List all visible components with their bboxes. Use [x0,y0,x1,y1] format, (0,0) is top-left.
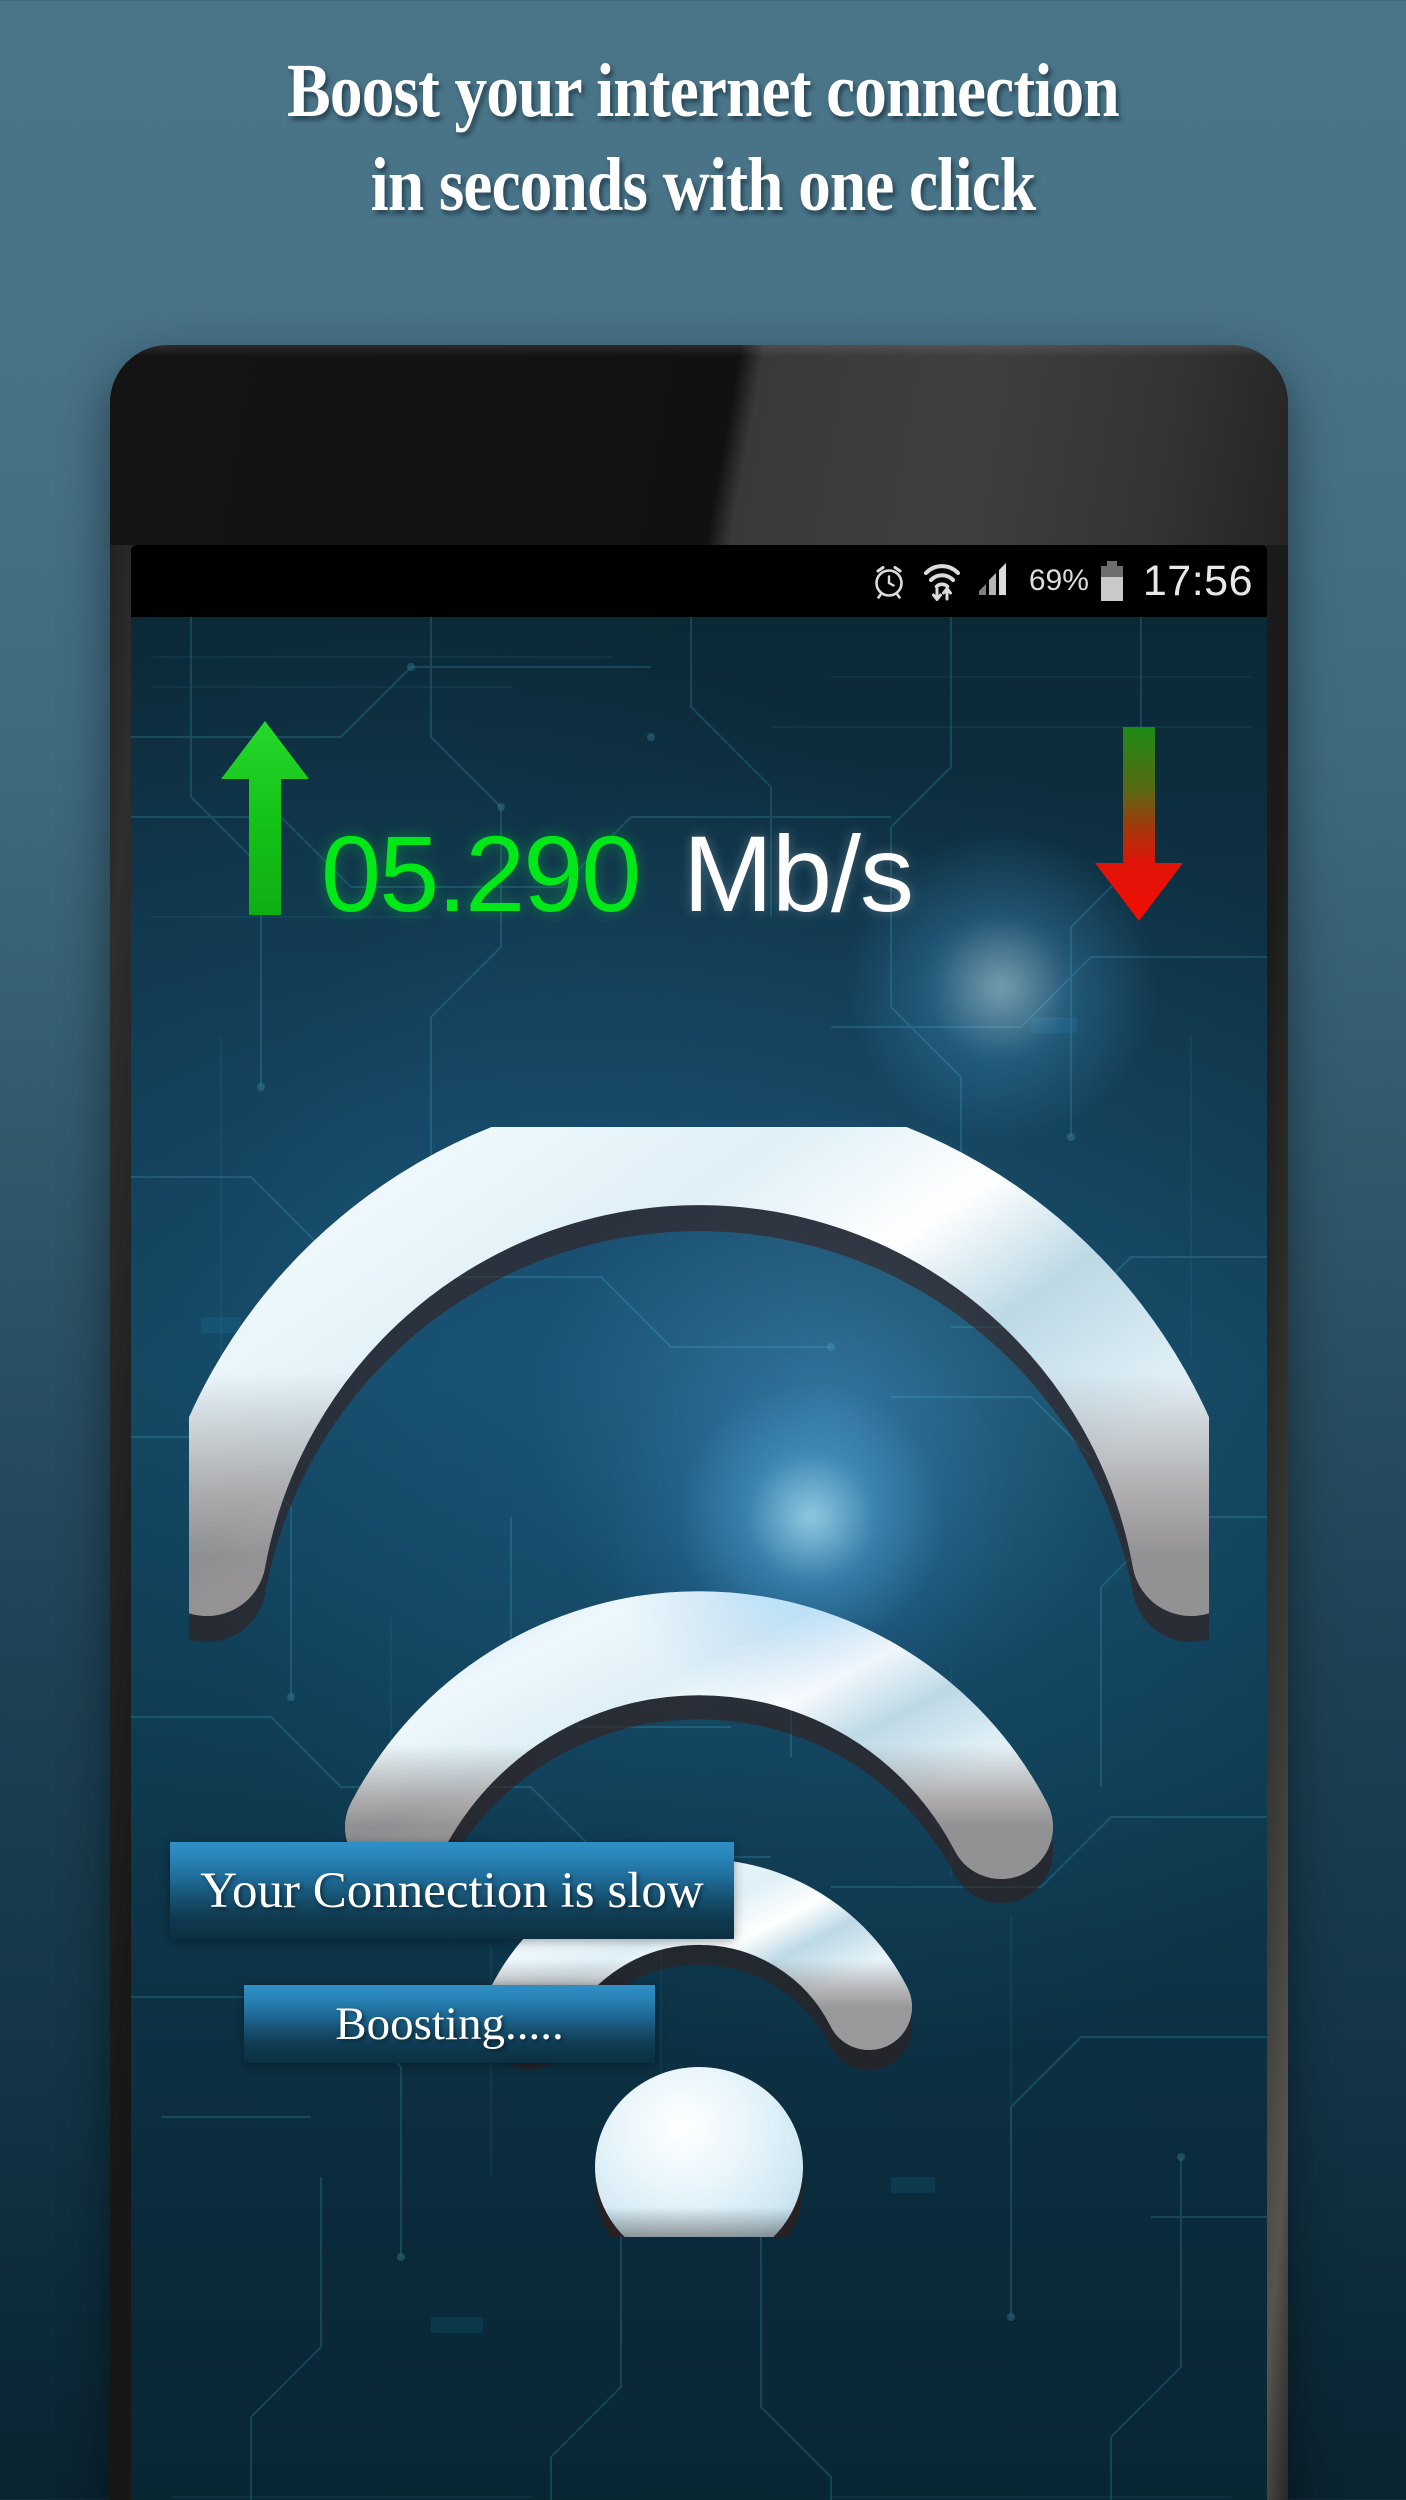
boost-status-label: Boosting..... [335,1998,564,2050]
connection-status-button[interactable]: Your Connection is slow [170,1842,734,1939]
phone-mockup: 69% 17:56 05.290 Mb/s Your Connection is… [110,345,1288,2500]
wifi-transfer-icon [923,560,961,602]
promo-headline-line2: in seconds with one click [370,143,1037,227]
phone-screen: 69% 17:56 05.290 Mb/s Your Connection is… [131,545,1267,2500]
arrow-up-icon [219,717,311,922]
promo-headline-line1: Boost your internet connection [287,49,1120,133]
phone-top-bezel [110,345,1288,545]
status-bar-clock: 17:56 [1142,556,1253,605]
boost-status-button[interactable]: Boosting..... [244,1985,655,2063]
promo-headline: Boost your internet connection in second… [98,44,1307,232]
speed-unit: Mb/s [683,813,914,934]
speed-value: 05.290 [321,813,641,934]
connection-status-label: Your Connection is slow [200,1862,704,1919]
speed-readout: 05.290 Mb/s [131,717,1267,957]
battery-icon [1099,560,1125,602]
signal-bars-icon [975,561,1015,601]
app-background: 05.290 Mb/s Your Connection is slow Boos… [131,617,1267,2500]
wifi-signal-icon [189,1127,1209,2237]
arrow-down-icon [1093,723,1185,928]
phone-bezel-elements [110,345,1288,545]
alarm-clock-icon [869,561,909,601]
android-status-bar: 69% 17:56 [131,545,1267,617]
battery-percent-label: 69% [1028,564,1089,597]
